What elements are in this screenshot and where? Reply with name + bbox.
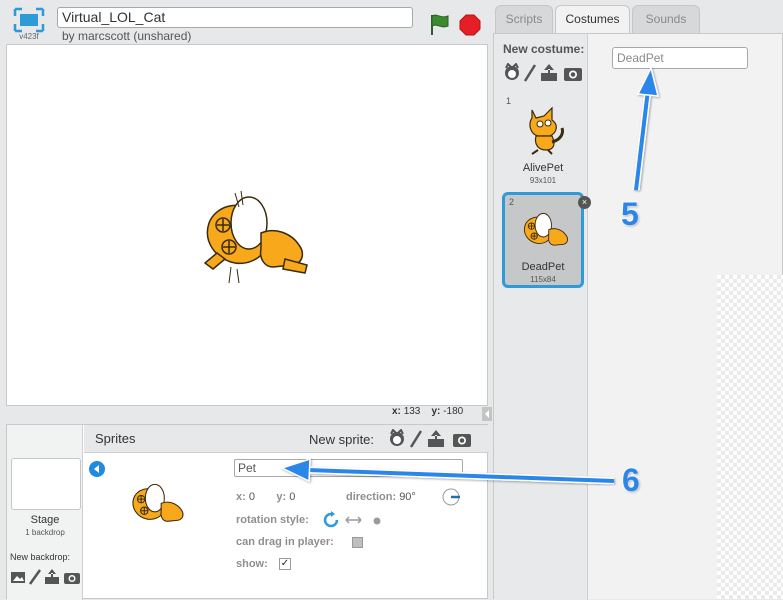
stage-thumbnail[interactable] — [11, 458, 81, 510]
camera-icon[interactable] — [64, 573, 80, 584]
dont-rotate-icon[interactable] — [373, 517, 381, 525]
new-costume-label: New costume: — [503, 42, 585, 56]
sprites-label: Sprites — [95, 431, 136, 446]
new-backdrop-label: New backdrop: — [10, 552, 71, 562]
can-drag-checkbox[interactable] — [352, 537, 363, 548]
costume-name-input[interactable]: DeadPet — [612, 47, 748, 69]
project-author: by marcscott (unshared) — [62, 29, 192, 43]
costume-number: 1 — [506, 96, 512, 106]
costume-list: New costume: 1 AlivePet 93x101 2 DeadPet… — [494, 34, 588, 600]
annotation-number-5: 5 — [620, 195, 640, 233]
new-costume-tools — [503, 62, 585, 83]
show-checkbox[interactable]: ✓ — [279, 558, 291, 570]
paint-brush-icon[interactable] — [409, 430, 423, 448]
new-sprite-tools — [387, 428, 483, 449]
backdrop-library-icon[interactable] — [11, 572, 25, 583]
rotation-style-options — [323, 511, 393, 529]
left-right-icon[interactable] — [345, 516, 362, 524]
show-label: show: — [236, 558, 268, 570]
green-flag-icon[interactable] — [427, 12, 451, 36]
collapse-arrow-icon[interactable] — [482, 407, 492, 421]
stage-backdrop-count: 1 backdrop — [25, 528, 65, 537]
paint-editor-canvas[interactable] — [717, 275, 783, 599]
costume-item-alivepet[interactable]: 1 AlivePet 93x101 — [502, 94, 584, 190]
costume-number: 2 — [509, 197, 515, 207]
sprite-library-icon[interactable] — [390, 428, 404, 446]
version-label: v423f — [19, 32, 39, 41]
delete-costume-icon[interactable]: × — [578, 196, 591, 209]
sprite-thumbnail — [123, 477, 193, 535]
sprite-name-input[interactable]: Pet — [234, 459, 463, 477]
camera-icon[interactable] — [453, 434, 471, 447]
annotation-number-6: 6 — [621, 461, 641, 499]
can-drag-label: can drag in player: — [236, 536, 334, 548]
costume-size: 115x84 — [530, 275, 556, 284]
deadpet-thumbnail — [515, 207, 577, 257]
editor-tabs: Scripts Costumes Sounds — [492, 0, 783, 34]
costume-item-deadpet[interactable]: 2 DeadPet 115x84 — [502, 192, 584, 288]
paint-brush-icon[interactable] — [28, 569, 42, 585]
stop-sign-icon[interactable] — [459, 14, 481, 36]
paint-brush-icon[interactable] — [523, 64, 537, 82]
camera-icon[interactable] — [564, 68, 582, 81]
costume-library-icon[interactable] — [505, 62, 519, 80]
new-sprite-label: New sprite: — [309, 432, 375, 447]
stage-label: Stage — [30, 514, 60, 526]
sprite-position: x: 0 y: 0 — [236, 491, 296, 503]
rotation-style-label: rotation style: — [236, 514, 309, 526]
upload-icon[interactable] — [428, 430, 444, 447]
stage-column: Stage 1 backdrop New backdrop: — [7, 425, 83, 600]
sprite-direction: direction: 90° — [346, 491, 416, 503]
mouse-coordinates: x: 133 y: -180 — [392, 406, 464, 417]
tab-sounds[interactable]: Sounds — [632, 5, 700, 33]
tab-costumes[interactable]: Costumes — [555, 5, 630, 34]
sprite-info-back-icon[interactable] — [89, 461, 105, 477]
tab-scripts[interactable]: Scripts — [495, 5, 553, 33]
new-backdrop-tools — [10, 568, 82, 586]
stage-canvas[interactable] — [6, 44, 488, 406]
rotate-all-around-icon[interactable] — [323, 511, 339, 528]
project-title-input[interactable]: Virtual_LOL_Cat — [57, 7, 413, 28]
alivepet-thumbnail — [520, 104, 568, 156]
costume-name: DeadPet — [521, 261, 565, 273]
direction-dial-icon[interactable] — [442, 488, 462, 506]
upload-icon[interactable] — [45, 569, 59, 584]
sprite-pane: Stage 1 backdrop New backdrop: Sprites N… — [6, 424, 489, 600]
dead-cat-sprite[interactable] — [195, 183, 315, 293]
upload-icon[interactable] — [541, 64, 557, 81]
costume-name: AlivePet — [522, 162, 564, 174]
costume-size: 93x101 — [529, 176, 557, 185]
